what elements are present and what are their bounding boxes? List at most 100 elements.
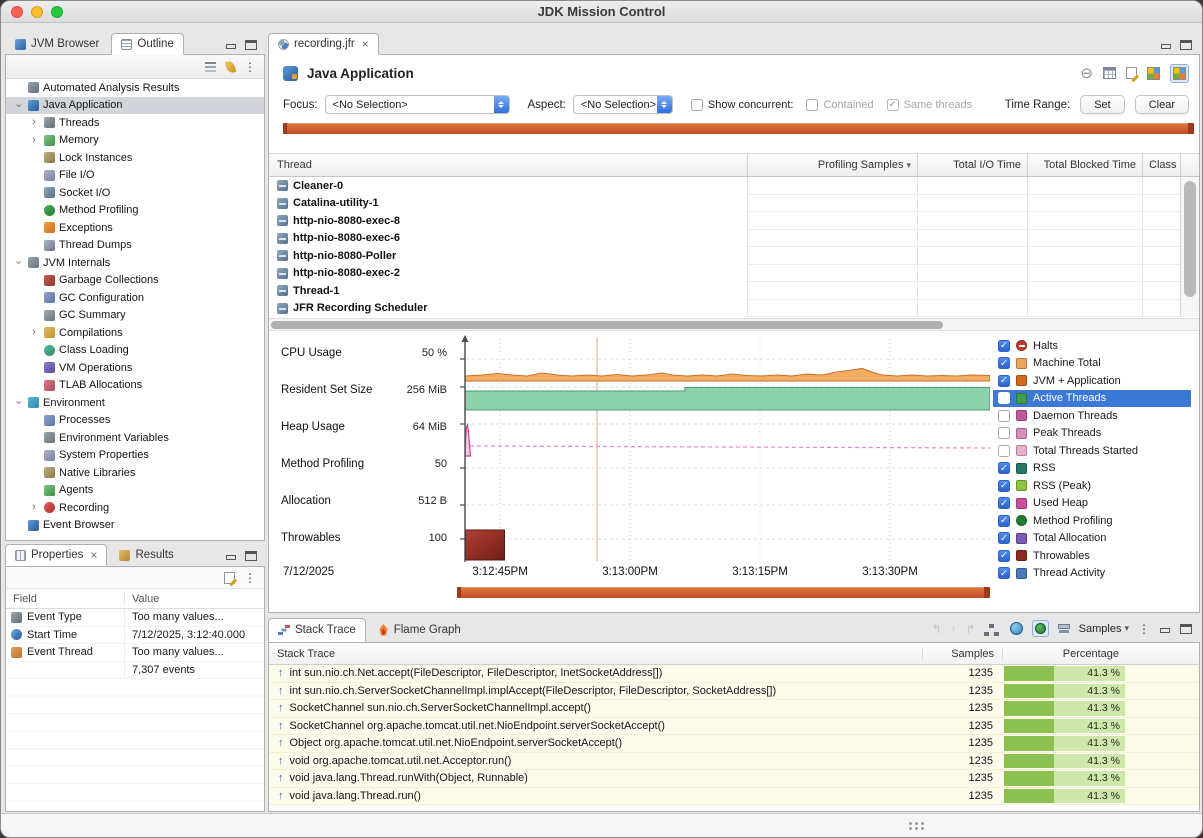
distinguish-frames-icon[interactable] (1010, 622, 1023, 635)
tree-item-automated-analysis-results[interactable]: Automated Analysis Results (6, 79, 264, 97)
maximize-view-icon[interactable] (245, 551, 257, 561)
view-menu-icon[interactable] (244, 571, 256, 585)
tree-item-compilations[interactable]: Compilations (6, 324, 264, 342)
tab-recording-jfr[interactable]: recording.jfr (268, 33, 379, 55)
maximize-view-icon[interactable] (245, 40, 257, 50)
checkbox-same-threads[interactable]: ✓Same threads (887, 99, 972, 111)
legend-item-method-profiling[interactable]: ✓Method Profiling (993, 512, 1191, 530)
stack-frame-row[interactable]: ↑void java.lang.Thread.runWith(Object, R… (269, 770, 1199, 788)
scrollbar-thumb[interactable] (1184, 181, 1196, 297)
legend-checkbox[interactable]: ✓ (998, 375, 1010, 387)
thread-row-http-nio-8080-poller[interactable]: http-nio-8080-Poller (269, 247, 1180, 265)
tree-item-system-properties[interactable]: System Properties (6, 447, 264, 465)
previous-frame-icon[interactable]: ↰ (932, 623, 942, 635)
maximize-view-icon[interactable] (1180, 40, 1192, 50)
tree-item-class-loading[interactable]: Class Loading (6, 342, 264, 360)
expander-collapsed-icon[interactable] (28, 135, 40, 146)
minimize-view-icon[interactable] (225, 551, 237, 561)
legend-checkbox[interactable]: ✓ (998, 532, 1010, 544)
legend-checkbox[interactable]: ✓ (998, 462, 1010, 474)
tree-item-file-i-o[interactable]: File I/O (6, 167, 264, 185)
thread-row-http-nio-8080-exec-6[interactable]: http-nio-8080-exec-6 (269, 230, 1180, 248)
stack-frame-row[interactable]: ↑Object org.apache.tomcat.util.net.NioEn… (269, 735, 1199, 753)
export-icon[interactable] (224, 572, 235, 584)
legend-checkbox[interactable] (998, 427, 1010, 439)
stack-frame-row[interactable]: ↑void org.apache.tomcat.util.net.Accepto… (269, 753, 1199, 771)
legend-item-active-threads[interactable]: Active Threads (993, 390, 1191, 408)
samples-dropdown[interactable]: Samples (1079, 623, 1129, 635)
tree-item-memory[interactable]: Memory (6, 132, 264, 150)
next-frame-icon[interactable]: ↱ (966, 623, 976, 635)
sort-icon[interactable] (205, 61, 217, 72)
tree-item-gc-configuration[interactable]: GC Configuration (6, 289, 264, 307)
legend-item-machine-total[interactable]: ✓Machine Total (993, 355, 1191, 373)
thread-row-jfr-recording-scheduler[interactable]: JFR Recording Scheduler (269, 300, 1180, 318)
column-samples[interactable]: Samples (922, 648, 1002, 660)
expander-expanded-icon[interactable] (13, 99, 24, 111)
legend-item-used-heap[interactable]: ✓Used Heap (993, 495, 1191, 513)
thread-row-thread-1[interactable]: Thread-1 (269, 282, 1180, 300)
thread-row-http-nio-8080-exec-8[interactable]: http-nio-8080-exec-8 (269, 212, 1180, 230)
minimize-view-icon[interactable] (225, 40, 237, 50)
tab-stack-trace[interactable]: Stack Trace (268, 618, 366, 642)
tree-view-icon[interactable] (989, 624, 994, 628)
legend-item-rss-peak[interactable]: ✓RSS (Peak) (993, 477, 1191, 495)
highlight-icon[interactable] (225, 60, 236, 74)
legend-checkbox[interactable]: ✓ (998, 497, 1010, 509)
tree-item-lock-instances[interactable]: Lock Instances (6, 149, 264, 167)
tab-properties[interactable]: Properties (5, 544, 107, 566)
focus-select[interactable]: <No Selection> (325, 95, 510, 114)
tree-item-jvm-internals[interactable]: JVM Internals (6, 254, 264, 272)
properties-row[interactable]: Start Time7/12/2025, 3:12:40.000 (6, 627, 264, 645)
stack-frame-row[interactable]: ↑SocketChannel org.apache.tomcat.util.ne… (269, 718, 1199, 736)
stack-frame-row[interactable]: ↑void java.lang.Thread.run()123541.3 % (269, 788, 1199, 806)
tab-results[interactable]: Results (109, 544, 183, 566)
maximize-view-icon[interactable] (1180, 624, 1192, 634)
edit-page-icon[interactable] (1126, 67, 1137, 79)
column-total-io-time[interactable]: Total I/O Time (917, 154, 1027, 176)
table-settings-icon[interactable] (1103, 67, 1116, 79)
tree-item-event-browser[interactable]: Event Browser (6, 517, 264, 535)
tree-item-garbage-collections[interactable]: Garbage Collections (6, 272, 264, 290)
tree-item-tlab-allocations[interactable]: TLAB Allocations (6, 377, 264, 395)
legend-item-halts[interactable]: ✓Halts (993, 337, 1191, 355)
scrollbar-thumb[interactable] (271, 321, 943, 329)
time-range-bar[interactable] (283, 123, 1194, 134)
close-editor-tab-icon[interactable] (362, 37, 369, 51)
expander-collapsed-icon[interactable] (28, 327, 40, 338)
legend-checkbox[interactable] (998, 392, 1010, 404)
legend-item-daemon-threads[interactable]: Daemon Threads (993, 407, 1191, 425)
minimize-view-icon[interactable] (1159, 624, 1171, 634)
tree-item-environment[interactable]: Environment (6, 394, 264, 412)
thread-table-horizontal-scrollbar[interactable] (269, 318, 1199, 331)
method-profiling-filter[interactable] (1032, 620, 1049, 637)
legend-item-throwables[interactable]: ✓Throwables (993, 547, 1191, 565)
tree-item-threads[interactable]: Threads (6, 114, 264, 132)
column-percentage[interactable]: Percentage (1002, 648, 1127, 660)
tree-item-agents[interactable]: Agents (6, 482, 264, 500)
close-window-button[interactable] (11, 6, 23, 18)
checkbox-show-concurrent[interactable]: Show concurrent: (691, 99, 794, 111)
column-total-blocked-time[interactable]: Total Blocked Time (1027, 154, 1142, 176)
chart-legend-toggle[interactable] (1170, 64, 1189, 83)
legend-item-jvm-application[interactable]: ✓JVM + Application (993, 372, 1191, 390)
chart-view-icon[interactable] (1147, 67, 1160, 80)
tree-item-thread-dumps[interactable]: Thread Dumps (6, 237, 264, 255)
drag-handle-icon[interactable] (909, 822, 912, 825)
tree-item-environment-variables[interactable]: Environment Variables (6, 429, 264, 447)
thread-row-catalina-utility-1[interactable]: Catalina-utility-1 (269, 195, 1180, 213)
close-properties-icon[interactable] (90, 548, 97, 562)
tree-item-native-libraries[interactable]: Native Libraries (6, 464, 264, 482)
tree-item-vm-operations[interactable]: VM Operations (6, 359, 264, 377)
checkbox-contained[interactable]: Contained (806, 99, 873, 111)
legend-checkbox[interactable]: ✓ (998, 480, 1010, 492)
tree-item-method-profiling[interactable]: Method Profiling (6, 202, 264, 220)
stack-frame-row[interactable]: ↑int sun.nio.ch.ServerSocketChannelImpl.… (269, 683, 1199, 701)
minimize-window-button[interactable] (31, 6, 43, 18)
clear-selection-icon[interactable] (1080, 66, 1093, 81)
zoom-window-button[interactable] (51, 6, 63, 18)
legend-item-rss[interactable]: ✓RSS (993, 460, 1191, 478)
column-thread[interactable]: Thread (269, 154, 747, 176)
legend-item-total-allocation[interactable]: ✓Total Allocation (993, 530, 1191, 548)
legend-item-peak-threads[interactable]: Peak Threads (993, 425, 1191, 443)
